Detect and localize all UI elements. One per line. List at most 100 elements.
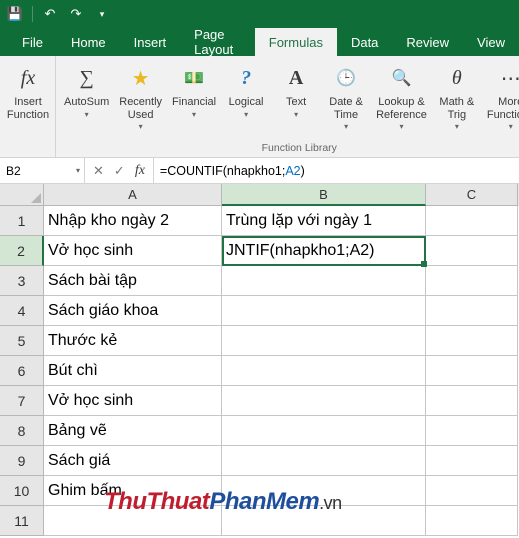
cell-c10[interactable] — [426, 476, 518, 506]
row-header[interactable]: 9 — [0, 446, 44, 476]
watermark-text: ThuThuat — [104, 488, 209, 515]
row-header[interactable]: 2 — [0, 236, 44, 266]
group-function-library: ∑ AutoSum ▾ ★ Recently Used ▾ 💵 Financia… — [56, 56, 519, 157]
name-box-value: B2 — [6, 164, 21, 178]
column-header-b[interactable]: B — [222, 184, 426, 206]
undo-icon[interactable]: ↶ — [41, 5, 59, 23]
cell-c8[interactable] — [426, 416, 518, 446]
cell-a9[interactable]: Sách giá — [44, 446, 222, 476]
formula-input[interactable]: =COUNTIF(nhapkho1;A2) — [154, 158, 519, 183]
separator — [32, 6, 33, 22]
clock-icon: 🕒 — [330, 62, 362, 94]
row-header[interactable]: 11 — [0, 506, 44, 536]
watermark: ThuThuatPhanMem.vn — [104, 488, 342, 516]
search-icon: 🔍 — [385, 62, 417, 94]
question-icon: ? — [230, 62, 262, 94]
group-label — [0, 152, 55, 157]
row-header[interactable]: 8 — [0, 416, 44, 446]
cell-c2[interactable] — [426, 236, 518, 266]
cell-b6[interactable] — [222, 356, 426, 386]
column-header-a[interactable]: A — [44, 184, 222, 206]
column-header-c[interactable]: C — [426, 184, 518, 206]
cell-c5[interactable] — [426, 326, 518, 356]
cell-b9[interactable] — [222, 446, 426, 476]
fx-icon[interactable]: fx — [135, 163, 145, 179]
save-icon[interactable]: 💾 — [6, 5, 24, 23]
tab-data[interactable]: Data — [337, 28, 392, 56]
chevron-down-icon: ▾ — [244, 110, 248, 119]
button-label: More Functions — [487, 96, 519, 121]
recently-used-button[interactable]: ★ Recently Used ▾ — [115, 60, 166, 133]
button-label: Date & Time — [329, 96, 363, 121]
row-header[interactable]: 5 — [0, 326, 44, 356]
insert-function-button[interactable]: fx Insert Function — [4, 60, 52, 123]
formula-controls: ✕ ✓ fx — [85, 158, 154, 183]
cell-b5[interactable] — [222, 326, 426, 356]
fx-icon: fx — [12, 62, 44, 94]
chevron-down-icon: ▾ — [344, 122, 348, 131]
cell-c6[interactable] — [426, 356, 518, 386]
cell-a3[interactable]: Sách bài tập — [44, 266, 222, 296]
tab-home[interactable]: Home — [57, 28, 120, 56]
autosum-button[interactable]: ∑ AutoSum ▾ — [60, 60, 113, 121]
tab-formulas[interactable]: Formulas — [255, 28, 337, 56]
cell-a1[interactable]: Nhập kho ngày 2 — [44, 206, 222, 236]
redo-icon[interactable]: ↷ — [67, 5, 85, 23]
row-header[interactable]: 7 — [0, 386, 44, 416]
button-label: Logical — [229, 96, 264, 109]
group-label: Function Library — [56, 140, 519, 157]
row-header[interactable]: 3 — [0, 266, 44, 296]
cell-c9[interactable] — [426, 446, 518, 476]
chevron-down-icon[interactable]: ▾ — [76, 166, 80, 175]
cell-c4[interactable] — [426, 296, 518, 326]
watermark-text: .vn — [319, 493, 342, 513]
cell-a2[interactable]: Vở học sinh — [44, 236, 222, 266]
cell-c11[interactable] — [426, 506, 518, 536]
tab-insert[interactable]: Insert — [120, 28, 181, 56]
group-insert-function: fx Insert Function — [0, 56, 56, 157]
cell-c3[interactable] — [426, 266, 518, 296]
cell-b1[interactable]: Trùng lặp với ngày 1 — [222, 206, 426, 236]
cell-a7[interactable]: Vở học sinh — [44, 386, 222, 416]
cancel-icon[interactable]: ✕ — [93, 163, 104, 179]
button-label: Financial — [172, 96, 216, 109]
customize-qat-icon[interactable]: ▾ — [93, 5, 111, 23]
cell-a4[interactable]: Sách giáo khoa — [44, 296, 222, 326]
watermark-text: PhanMem — [209, 488, 319, 515]
chevron-down-icon: ▾ — [399, 122, 403, 131]
cell-b7[interactable] — [222, 386, 426, 416]
tab-view[interactable]: View — [463, 28, 519, 56]
cell-a6[interactable]: Bút chì — [44, 356, 222, 386]
tab-review[interactable]: Review — [392, 28, 463, 56]
button-label: Insert Function — [7, 96, 49, 121]
chevron-down-icon: ▾ — [85, 110, 89, 119]
button-label: Math & Trig — [439, 96, 474, 121]
logical-button[interactable]: ? Logical ▾ — [222, 60, 270, 121]
quick-access-toolbar: 💾 ↶ ↷ ▾ — [0, 0, 519, 28]
financial-button[interactable]: 💵 Financial ▾ — [168, 60, 220, 121]
cell-c7[interactable] — [426, 386, 518, 416]
cell-b3[interactable] — [222, 266, 426, 296]
formula-text: =COUNTIF(nhapkho1; — [160, 164, 285, 178]
cell-b4[interactable] — [222, 296, 426, 326]
cell-a8[interactable]: Bảng vẽ — [44, 416, 222, 446]
row-header[interactable]: 10 — [0, 476, 44, 506]
cell-b8[interactable] — [222, 416, 426, 446]
row-header[interactable]: 6 — [0, 356, 44, 386]
date-time-button[interactable]: 🕒 Date & Time ▾ — [322, 60, 370, 133]
lookup-reference-button[interactable]: 🔍 Lookup & Reference ▾ — [372, 60, 431, 133]
cell-a5[interactable]: Thước kẻ — [44, 326, 222, 356]
row-header[interactable]: 1 — [0, 206, 44, 236]
cell-b2[interactable]: JNTIF(nhapkho1;A2) — [222, 236, 426, 266]
select-all-corner[interactable] — [0, 184, 44, 206]
row-header[interactable]: 4 — [0, 296, 44, 326]
text-button[interactable]: A Text ▾ — [272, 60, 320, 121]
tab-file[interactable]: File — [8, 28, 57, 56]
enter-icon[interactable]: ✓ — [114, 163, 125, 179]
name-box[interactable]: B2 ▾ — [0, 158, 85, 183]
cell-c1[interactable] — [426, 206, 518, 236]
ribbon: fx Insert Function ∑ AutoSum ▾ ★ Recentl… — [0, 56, 519, 158]
tab-page-layout[interactable]: Page Layout — [180, 28, 255, 56]
math-trig-button[interactable]: θ Math & Trig ▾ — [433, 60, 481, 133]
more-functions-button[interactable]: ⋯ More Functions ▾ — [483, 60, 519, 133]
